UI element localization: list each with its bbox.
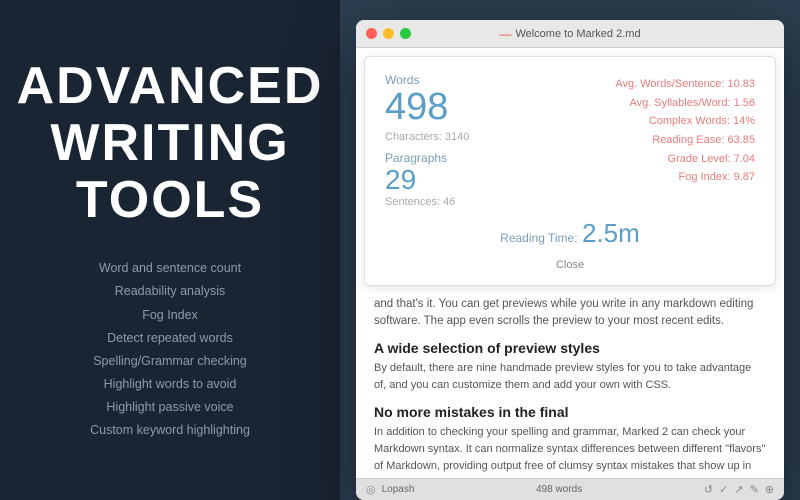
bottom-word-count: 498 words <box>536 484 582 495</box>
close-button[interactable] <box>366 28 377 39</box>
pin-icon: — <box>499 27 511 41</box>
paragraphs-label: Paragraphs <box>385 151 505 165</box>
chars-label: Characters: 3140 <box>385 131 505 143</box>
section2-body: In addition to checking your spelling an… <box>374 424 766 478</box>
feature-item: Readability analysis <box>90 280 250 303</box>
feature-item: Fog Index <box>90 304 250 327</box>
section1-title: A wide selection of preview styles <box>374 340 766 356</box>
traffic-lights <box>366 28 411 39</box>
left-panel: ADVANCED WRITING TOOLS Word and sentence… <box>0 0 340 500</box>
bottom-icon-3[interactable]: ↗ <box>734 483 743 496</box>
right-panel: — Welcome to Marked 2.md Words 498 Chara… <box>340 0 800 500</box>
hero-title: ADVANCED WRITING TOOLS <box>17 58 324 230</box>
bottom-app-icon: ◎ <box>366 483 376 496</box>
feature-item: Word and sentence count <box>90 257 250 280</box>
fog-index: Fog Index: 9.87 <box>521 168 755 187</box>
minimize-button[interactable] <box>383 28 394 39</box>
title-bar: — Welcome to Marked 2.md <box>356 20 784 48</box>
reading-time-row: Reading Time: 2.5m <box>385 218 755 249</box>
bottom-bar: ◎ Lopash 498 words ↺ ✓ ↗ ✎ ⊕ <box>356 478 784 500</box>
avg-syllables: Avg. Syllables/Word: 1.56 <box>521 94 755 113</box>
reading-time-label: Reading Time: <box>500 231 577 245</box>
close-btn-row: Close <box>385 255 755 273</box>
words-value: 498 <box>385 87 505 129</box>
stats-left: Words 498 Characters: 3140 Paragraphs 29… <box>385 73 505 208</box>
doc-content: and that's it. You can get previews whil… <box>356 292 784 478</box>
stats-overlay: Words 498 Characters: 3140 Paragraphs 29… <box>364 56 776 286</box>
paragraphs-value: 29 <box>385 165 505 196</box>
bottom-icon-4[interactable]: ✎ <box>750 483 759 496</box>
window-title: — Welcome to Marked 2.md <box>499 27 640 41</box>
mac-window: — Welcome to Marked 2.md Words 498 Chara… <box>356 20 784 500</box>
grade-level: Grade Level: 7.04 <box>521 150 755 169</box>
sentences-label: Sentences: 46 <box>385 196 505 208</box>
words-label: Words <box>385 73 505 87</box>
stats-right: Avg. Words/Sentence: 10.83 Avg. Syllable… <box>521 73 755 208</box>
avg-words: Avg. Words/Sentence: 10.83 <box>521 75 755 94</box>
section2-title: No more mistakes in the final <box>374 404 766 420</box>
section1-body: By default, there are nine handmade prev… <box>374 360 766 394</box>
bottom-right: ↺ ✓ ↗ ✎ ⊕ <box>704 483 774 496</box>
bottom-icon-5[interactable]: ⊕ <box>765 483 774 496</box>
feature-list: Word and sentence count Readability anal… <box>90 257 250 442</box>
bottom-icon-2[interactable]: ✓ <box>719 483 728 496</box>
complex-words: Complex Words: 14% <box>521 112 755 131</box>
reading-time-value: 2.5m <box>582 218 640 248</box>
reading-ease: Reading Ease: 63.85 <box>521 131 755 150</box>
feature-item: Highlight passive voice <box>90 396 250 419</box>
bottom-icon-1[interactable]: ↺ <box>704 483 713 496</box>
feature-item: Custom keyword highlighting <box>90 419 250 442</box>
feature-item: Detect repeated words <box>90 327 250 350</box>
feature-item: Spelling/Grammar checking <box>90 350 250 373</box>
stats-close-button[interactable]: Close <box>556 259 584 271</box>
bottom-left: ◎ Lopash <box>366 483 414 496</box>
app-name: Lopash <box>382 484 415 495</box>
maximize-button[interactable] <box>400 28 411 39</box>
feature-item: Highlight words to avoid <box>90 373 250 396</box>
doc-intro: and that's it. You can get previews whil… <box>374 292 766 331</box>
